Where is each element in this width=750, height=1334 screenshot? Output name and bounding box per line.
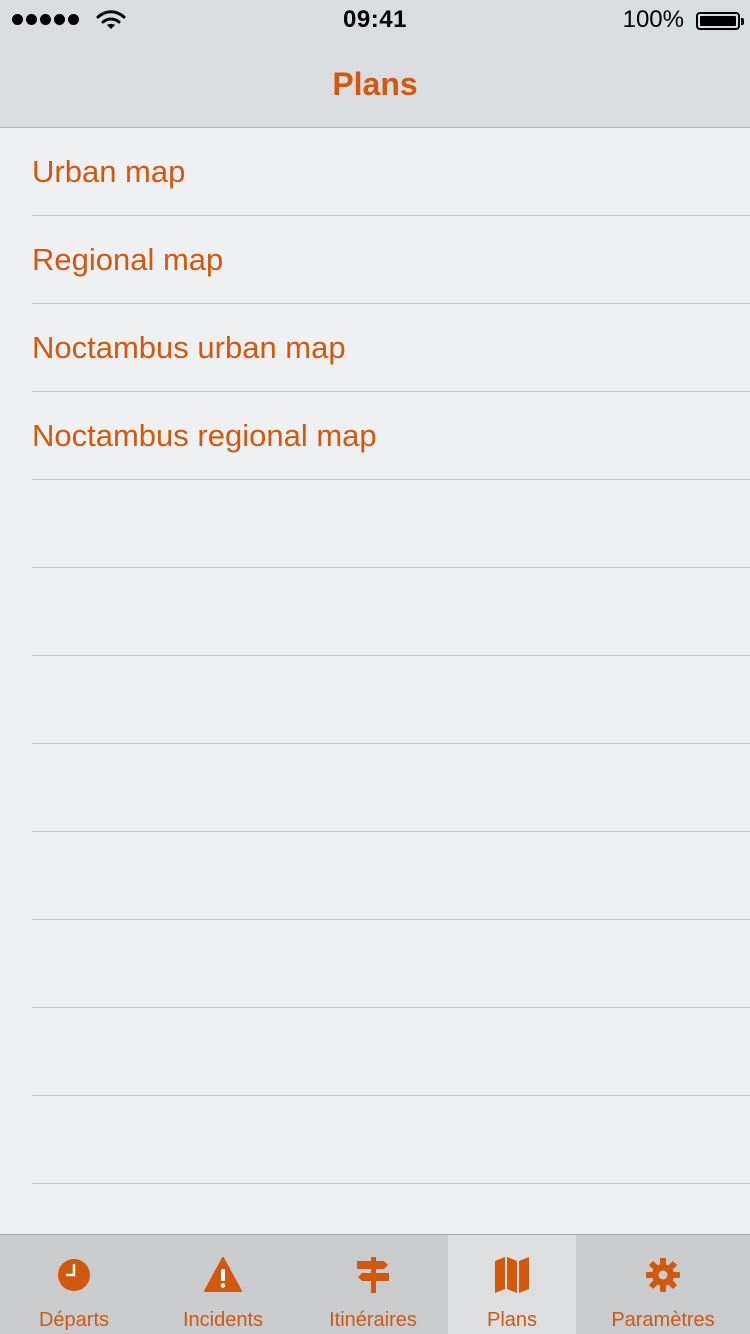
list-item-noctambus-urban-map[interactable]: Noctambus urban map bbox=[32, 304, 750, 392]
empty-row bbox=[32, 480, 750, 568]
list-item-regional-map[interactable]: Regional map bbox=[32, 216, 750, 304]
warning-icon bbox=[204, 1257, 242, 1292]
top-bar: 09:41 100% Plans bbox=[0, 0, 750, 128]
tab-departs[interactable]: Départs bbox=[0, 1235, 148, 1334]
empty-row bbox=[32, 744, 750, 832]
list-item-label: Urban map bbox=[32, 153, 186, 189]
tab-incidents[interactable]: Incidents bbox=[148, 1235, 298, 1334]
list-item-label: Noctambus urban map bbox=[32, 329, 346, 365]
tab-plans[interactable]: Plans bbox=[448, 1235, 576, 1334]
clock-icon bbox=[58, 1259, 90, 1291]
tab-label: Départs bbox=[38, 1309, 110, 1331]
empty-row bbox=[32, 568, 750, 656]
empty-row bbox=[32, 1096, 750, 1184]
tab-label: Paramètres bbox=[611, 1309, 715, 1331]
tab-label: Plans bbox=[486, 1309, 538, 1331]
list-item-urban-map[interactable]: Urban map bbox=[32, 128, 750, 216]
tab-bar: Départs Incidents Itinéraires Plans Para… bbox=[0, 1234, 750, 1334]
map-icon bbox=[495, 1257, 529, 1293]
tab-parametres[interactable]: Paramètres bbox=[576, 1235, 750, 1334]
list-item-noctambus-regional-map[interactable]: Noctambus regional map bbox=[32, 392, 750, 480]
empty-row bbox=[32, 832, 750, 920]
battery-percentage: 100% bbox=[622, 6, 684, 33]
empty-row bbox=[32, 1008, 750, 1096]
page-title: Plans bbox=[332, 66, 418, 102]
tab-label: Incidents bbox=[182, 1309, 264, 1331]
empty-row bbox=[32, 656, 750, 744]
list-item-label: Regional map bbox=[32, 241, 224, 277]
empty-row bbox=[32, 1184, 750, 1234]
maps-list: Urban map Regional map Noctambus urban m… bbox=[0, 128, 750, 1234]
empty-row bbox=[32, 920, 750, 1008]
tab-itineraires[interactable]: Itinéraires bbox=[298, 1235, 448, 1334]
status-bar: 09:41 100% bbox=[0, 0, 750, 40]
battery-icon bbox=[696, 12, 744, 30]
tab-label: Itinéraires bbox=[329, 1309, 417, 1331]
list-item-label: Noctambus regional map bbox=[32, 417, 377, 453]
gear-icon bbox=[646, 1258, 680, 1292]
signpost-icon bbox=[357, 1257, 389, 1293]
